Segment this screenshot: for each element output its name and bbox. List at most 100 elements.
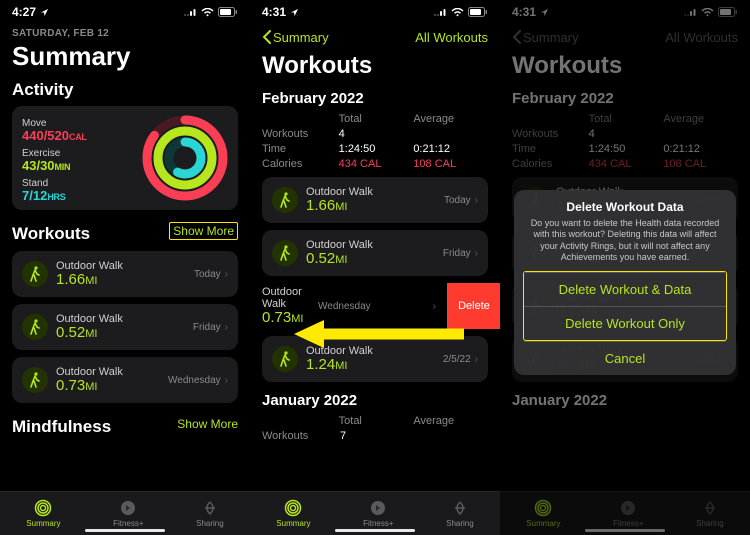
dialog-body: Do you want to delete the Health data re… [524,218,726,263]
workout-row[interactable]: Outdoor Walk1.66MI Today› [262,177,488,223]
activity-header: Activity [12,80,238,100]
status-bar: 4:27 [0,0,250,24]
tab-fitness[interactable]: Fitness+ [113,499,143,528]
time: 4:27 [12,5,36,19]
mindfulness-header: Mindfulness [12,417,111,437]
show-more-button[interactable]: Show More [177,417,238,431]
chevron-right-icon: › [475,248,478,259]
sharing-icon [201,499,219,517]
stand-unit: HRS [47,192,65,202]
stats-table: TotalAverage Workouts4 Time1:24:500:21:1… [262,113,488,170]
chevron-right-icon: › [225,375,228,386]
battery-icon [468,7,488,17]
workout-date: Today [444,195,471,206]
tab-sharing[interactable]: Sharing [196,499,224,528]
walk-icon [22,314,48,340]
cancel-button[interactable]: Cancel [524,341,726,375]
exercise-unit: MIN [55,162,71,172]
workout-row[interactable]: Outdoor Walk0.52MI Friday› [12,304,238,350]
page-title: Summary [12,41,238,72]
move-value: 440/520 [22,128,69,143]
workout-date: Today [194,269,221,280]
home-indicator[interactable] [335,529,415,532]
all-workouts-button[interactable]: All Workouts [415,30,488,45]
walk-icon [272,346,298,372]
tab-bar: Summary Fitness+ Sharing [0,491,250,535]
back-button[interactable]: Summary [262,30,329,45]
workout-value: 1.66 [306,197,335,214]
tab-label: Summary [276,519,310,528]
status-icons [183,7,238,17]
workout-value: 0.52 [56,324,85,341]
tab-summary[interactable]: Summary [26,499,60,528]
workout-row-swiped[interactable]: Outdoor Walk0.73MI Wednesday› Delete [250,283,500,329]
workout-value: 1.24 [306,356,335,373]
home-indicator[interactable] [85,529,165,532]
month-header: January 2022 [262,392,488,409]
workout-unit: MI [85,275,97,287]
workout-value: 0.73 [56,377,85,394]
chevron-right-icon: › [475,195,478,206]
walk-icon [22,261,48,287]
location-arrow-icon [40,8,49,17]
workout-date: Friday [443,248,471,259]
workout-row[interactable]: Outdoor Walk0.73MI Wednesday› [12,357,238,403]
workout-value: 1.66 [56,271,85,288]
delete-button[interactable]: Delete [447,283,500,329]
walk-icon [272,240,298,266]
chevron-right-icon: › [433,301,436,312]
chevron-right-icon: › [225,269,228,280]
date-label: SATURDAY, FEB 12 [12,28,238,39]
workout-row[interactable]: Outdoor Walk1.24MI 2/5/22› [262,336,488,382]
workout-unit: MI [335,201,347,213]
walk-icon [22,367,48,393]
workout-row[interactable]: Outdoor Walk1.66MI Today› [12,251,238,297]
tab-label: Fitness+ [363,519,393,528]
workout-name: Outdoor Walk [262,286,318,310]
status-bar: 4:31 [250,0,500,24]
screen-summary: 4:27 SATURDAY, FEB 12 Summary Activity M… [0,0,250,535]
col-total: Total [339,415,414,427]
delete-workout-only[interactable]: Delete Workout Only [524,306,726,340]
workout-date: Wednesday [318,301,371,312]
rings-icon [34,499,52,517]
status-icons [433,7,488,17]
workout-row[interactable]: Outdoor Walk0.52MI Friday› [262,230,488,276]
workout-unit: MI [335,254,347,266]
workout-value: 0.52 [306,250,335,267]
exercise-value: 43/30 [22,158,55,173]
delete-workout-and-data[interactable]: Delete Workout & Data [524,272,726,306]
stand-value: 7/12 [22,188,47,203]
col-total: Total [339,113,414,125]
back-label: Summary [273,30,329,45]
wifi-icon [201,8,214,17]
stats-table: TotalAverage Workouts7 [262,415,488,442]
row-total: 1:24:50 [339,143,414,155]
nav-bar: Summary All Workouts [250,24,500,50]
show-more-button[interactable]: Show More [169,222,238,240]
fitness-icon [369,499,387,517]
fitness-icon [119,499,137,517]
row-label: Workouts [262,430,340,442]
row-total: 4 [339,128,414,140]
dialog-title: Delete Workout Data [524,200,726,214]
tab-sharing[interactable]: Sharing [446,499,474,528]
screen-delete-dialog: 4:31 Summary All Workouts Workouts Febru… [500,0,750,535]
sharing-icon [451,499,469,517]
signal-icon [183,8,197,17]
tab-summary[interactable]: Summary [276,499,310,528]
tab-fitness[interactable]: Fitness+ [363,499,393,528]
time: 4:31 [262,5,286,19]
rings-icon [284,499,302,517]
workout-unit: MI [335,360,347,372]
row-avg [413,128,488,140]
activity-card[interactable]: Move 440/520CAL Exercise 43/30MIN Stand … [12,106,238,210]
row-label: Workouts [262,128,339,140]
row-total: 434 CAL [339,158,414,170]
workout-unit: MI [85,381,97,393]
activity-rings-icon [142,115,228,201]
page-title: Workouts [262,52,488,80]
workout-unit: MI [291,313,303,325]
tab-label: Sharing [446,519,474,528]
month-header: February 2022 [262,90,488,107]
